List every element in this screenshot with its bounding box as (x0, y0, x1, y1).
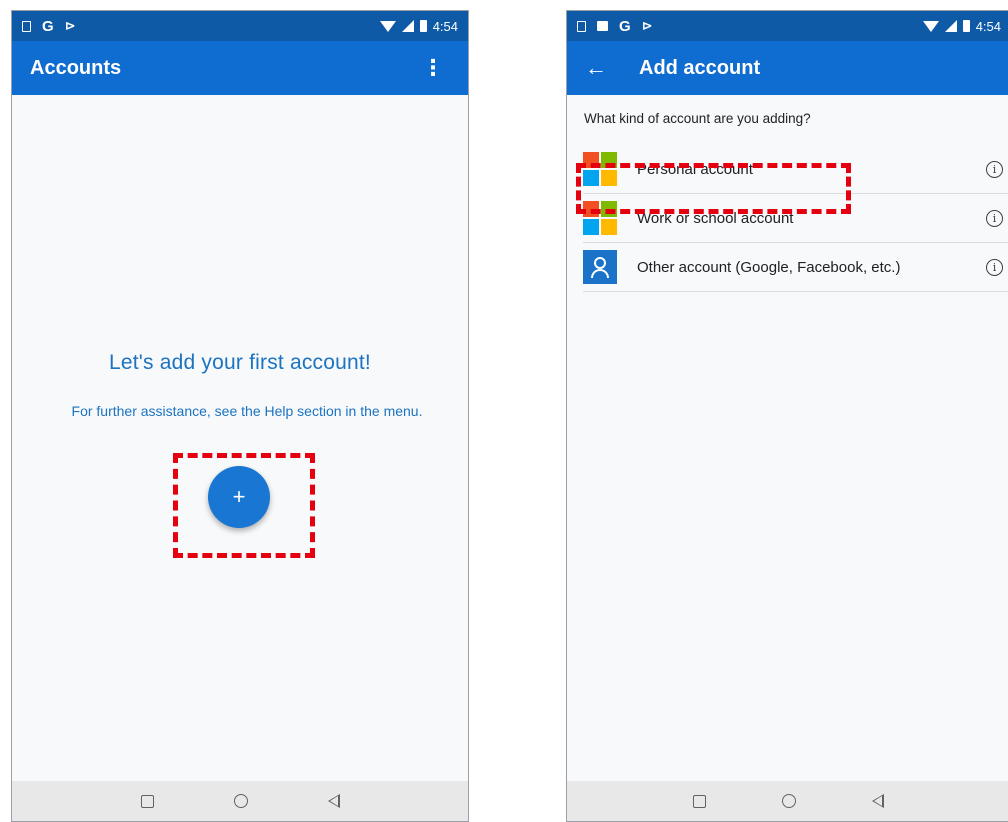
wifi-icon (379, 20, 396, 32)
other-account-option[interactable]: Other account (Google, Facebook, etc.) i (583, 243, 1008, 292)
account-type-question: What kind of account are you adding? (584, 111, 811, 126)
flag-icon: ⊳ (64, 18, 76, 33)
system-nav-bar (12, 781, 468, 821)
app-bar: ← Add account (567, 41, 1008, 95)
work-or-school-account-option[interactable]: Work or school account i (583, 194, 1008, 243)
recents-nav-icon[interactable] (693, 794, 706, 808)
add-account-screen: G ⊳ 4:54 ← Add account What kind of acco… (566, 10, 1008, 822)
status-time: 4:54 (432, 18, 458, 34)
info-icon[interactable]: i (986, 258, 1003, 276)
sim-icon (22, 20, 31, 32)
personal-account-option[interactable]: Personal account i (583, 145, 1008, 194)
empty-state: Let's add your first account! For furthe… (12, 95, 468, 781)
battery-icon (419, 20, 427, 32)
g-icon: G (619, 17, 631, 35)
back-nav-icon[interactable] (872, 794, 884, 808)
status-bar: G ⊳ 4:54 (12, 11, 468, 41)
account-type-list: Personal account i Work or school accoun… (583, 145, 1008, 292)
battery-icon (962, 20, 970, 32)
account-option-label: Personal account (637, 160, 753, 178)
page-title: Accounts (30, 56, 122, 79)
back-nav-icon[interactable] (327, 794, 340, 808)
recents-nav-icon[interactable] (140, 794, 154, 808)
home-nav-icon[interactable] (233, 794, 248, 808)
g-icon: G (42, 17, 54, 35)
microsoft-logo-icon (583, 201, 617, 235)
back-arrow-icon[interactable]: ← (585, 55, 607, 81)
page-title: Add account (639, 56, 761, 79)
signal-icon (944, 20, 957, 32)
overflow-menu-icon[interactable]: ⋮ (416, 53, 450, 83)
empty-state-title: Let's add your first account! (109, 351, 371, 374)
signal-icon (401, 20, 414, 32)
app-bar: Accounts ⋮ (12, 41, 468, 95)
status-time: 4:54 (975, 18, 1001, 34)
person-icon (583, 250, 617, 284)
wifi-icon (922, 20, 939, 32)
image-icon (597, 21, 608, 31)
microsoft-logo-icon (583, 152, 617, 186)
account-option-label: Work or school account (637, 209, 794, 227)
home-nav-icon[interactable] (782, 794, 796, 808)
flag-icon: ⊳ (641, 18, 653, 33)
status-bar: G ⊳ 4:54 (567, 11, 1008, 41)
account-option-label: Other account (Google, Facebook, etc.) (637, 258, 901, 276)
plus-icon: + (232, 484, 246, 509)
info-icon[interactable]: i (986, 160, 1003, 178)
empty-state-subtitle: For further assistance, see the Help sec… (71, 403, 423, 419)
add-account-button[interactable]: + (208, 466, 270, 528)
system-nav-bar (567, 781, 1008, 821)
sim-icon (577, 20, 586, 32)
info-icon[interactable]: i (986, 209, 1003, 227)
accounts-screen: G ⊳ 4:54 Accounts ⋮ Let's add your first… (11, 10, 469, 822)
